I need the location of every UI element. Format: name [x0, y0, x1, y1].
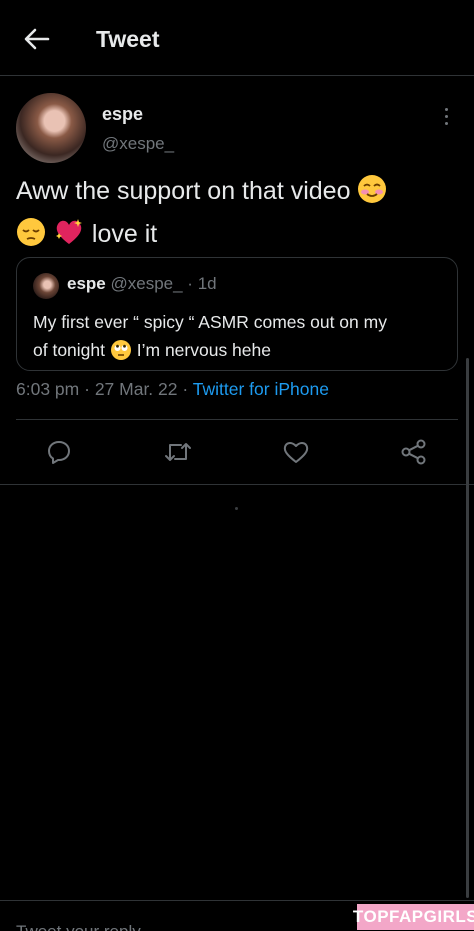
- relieved-emoji: [16, 217, 46, 258]
- divider: [0, 484, 474, 485]
- quote-text-line2a: of tonight: [33, 340, 105, 360]
- tweet-text: Aww the support on that video love it: [16, 172, 462, 258]
- quote-separator: ·: [187, 274, 193, 293]
- reply-button[interactable]: [44, 437, 74, 467]
- heart-icon: [283, 442, 309, 463]
- more-vertical-icon-dot: [444, 121, 448, 125]
- author-handle[interactable]: @xespe_: [102, 134, 174, 154]
- more-options-button[interactable]: [436, 102, 456, 130]
- reply-input[interactable]: Tweet your reply: [16, 915, 141, 931]
- sparkling-heart-emoji: [53, 217, 85, 258]
- tweet-text-line1: Aww the support on that video: [16, 177, 351, 205]
- tweet-source-link[interactable]: Twitter for iPhone: [193, 379, 329, 399]
- watermark: TOPFAPGIRLS: [353, 904, 474, 930]
- quoted-tweet[interactable]: espe @xespe_ · 1d My first ever “ spicy …: [16, 257, 458, 371]
- loading-dot: [235, 507, 238, 510]
- meta-separator: ·: [84, 379, 90, 399]
- quote-author-name: espe: [67, 274, 106, 293]
- smiling-blush-emoji: [357, 174, 387, 215]
- meta-separator: ·: [182, 379, 189, 399]
- like-button[interactable]: [281, 437, 311, 467]
- tweet-time: 6:03 pm: [16, 379, 80, 399]
- scrollbar[interactable]: [466, 358, 469, 898]
- quote-avatar: [33, 273, 59, 299]
- back-button[interactable]: [20, 22, 54, 56]
- tweet-actions: [0, 420, 474, 484]
- rolling-eyes-emoji: [110, 339, 132, 369]
- avatar[interactable]: [16, 93, 86, 163]
- more-vertical-icon-dot: [444, 114, 448, 118]
- quote-text-line2b: I’m nervous hehe: [136, 340, 271, 360]
- tweet-date: 27 Mar. 22: [94, 379, 178, 399]
- share-icon: [401, 439, 426, 465]
- tweet-meta: 6:03 pm · 27 Mar. 22 · Twitter for iPhon…: [16, 379, 329, 400]
- quote-author-handle: @xespe_: [110, 274, 183, 293]
- author-name[interactable]: espe: [102, 104, 143, 125]
- page-title: Tweet: [96, 26, 160, 52]
- quote-meta: espe @xespe_ · 1d: [67, 273, 217, 295]
- quote-text: My first ever “ spicy “ ASMR comes out o…: [33, 308, 451, 369]
- more-vertical-icon: [444, 107, 448, 111]
- retweet-button[interactable]: [163, 437, 193, 467]
- top-app-bar: Tweet: [0, 0, 474, 76]
- quote-text-line1: My first ever “ spicy “ ASMR comes out o…: [33, 312, 387, 332]
- reply-icon: [48, 441, 70, 464]
- arrow-left-icon: [24, 28, 50, 50]
- retweet-icon: [165, 443, 191, 461]
- tweet-text-line2: love it: [91, 220, 158, 248]
- share-button[interactable]: [399, 437, 429, 467]
- quote-age: 1d: [197, 274, 217, 293]
